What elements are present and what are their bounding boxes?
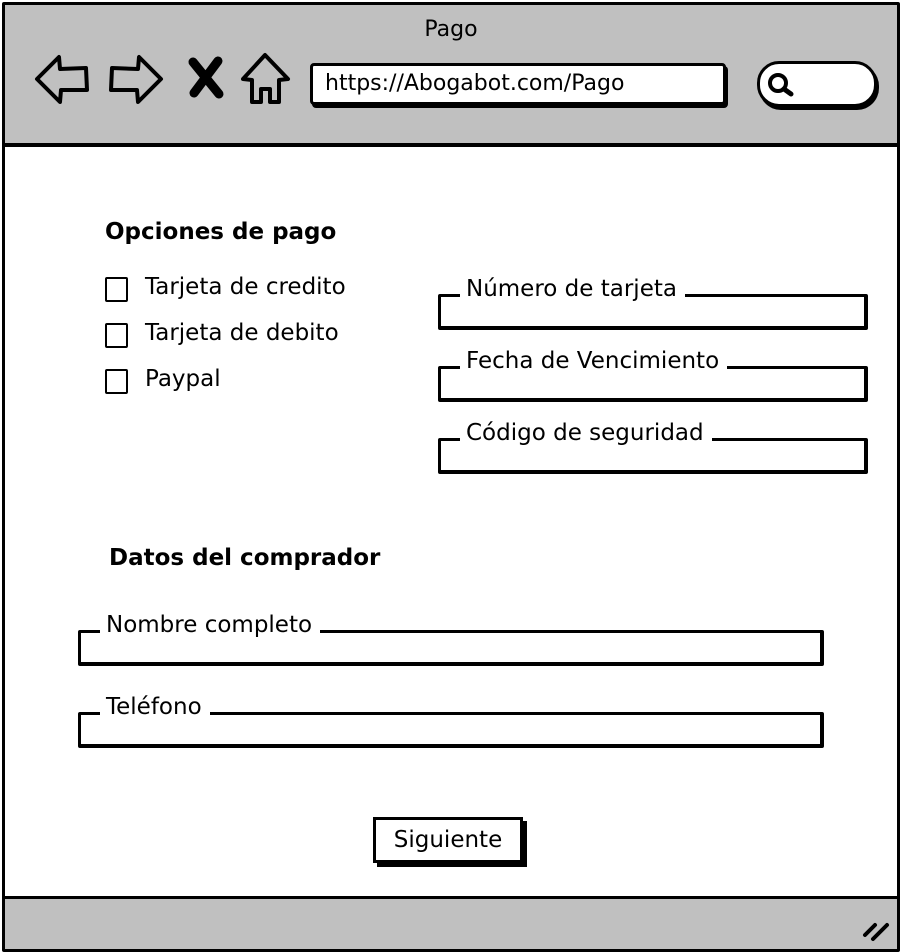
address-bar[interactable]: https://Abogabot.com/Pago bbox=[310, 63, 726, 105]
browser-window: Pago https://Abogabot.com/Pago Opciones … bbox=[2, 2, 900, 952]
phone-label: Teléfono bbox=[100, 694, 210, 720]
payment-options-heading: Opciones de pago bbox=[105, 219, 337, 245]
close-x-icon[interactable] bbox=[181, 49, 231, 109]
next-button[interactable]: Siguiente bbox=[373, 817, 523, 863]
debit-card-label: Tarjeta de debito bbox=[145, 320, 339, 346]
credit-card-checkbox[interactable] bbox=[105, 277, 128, 302]
card-number-field[interactable]: Número de tarjeta bbox=[438, 276, 868, 330]
credit-card-label: Tarjeta de credito bbox=[145, 274, 346, 300]
expiration-date-label: Fecha de Vencimiento bbox=[460, 348, 728, 374]
debit-card-checkbox[interactable] bbox=[105, 323, 128, 348]
home-icon[interactable] bbox=[237, 49, 295, 109]
browser-titlebar: Pago https://Abogabot.com/Pago bbox=[5, 5, 897, 147]
forward-arrow-icon[interactable] bbox=[107, 49, 165, 109]
back-arrow-icon[interactable] bbox=[33, 49, 91, 109]
card-number-label: Número de tarjeta bbox=[460, 276, 685, 302]
expiration-date-field[interactable]: Fecha de Vencimiento bbox=[438, 348, 868, 402]
search-icon bbox=[768, 73, 794, 97]
security-code-field[interactable]: Código de seguridad bbox=[438, 420, 868, 474]
phone-field[interactable]: Teléfono bbox=[78, 694, 824, 748]
search-box[interactable] bbox=[757, 61, 877, 107]
window-title: Pago bbox=[424, 17, 478, 42]
buyer-data-heading: Datos del comprador bbox=[109, 545, 381, 571]
resize-handle-icon[interactable] bbox=[861, 915, 891, 943]
paypal-label: Paypal bbox=[145, 366, 221, 392]
full-name-label: Nombre completo bbox=[100, 612, 321, 638]
full-name-field[interactable]: Nombre completo bbox=[78, 612, 824, 666]
status-bar bbox=[5, 896, 897, 949]
paypal-checkbox[interactable] bbox=[105, 369, 128, 394]
security-code-label: Código de seguridad bbox=[460, 420, 712, 446]
address-bar-url: https://Abogabot.com/Pago bbox=[325, 71, 625, 96]
